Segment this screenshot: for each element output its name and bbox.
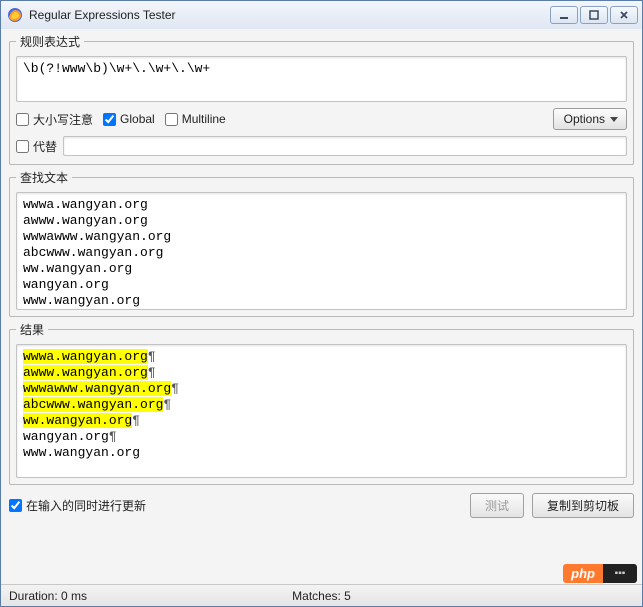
result-text: ww.wangyan.org [23, 413, 132, 428]
result-legend: 结果 [16, 321, 48, 338]
pilcrow-icon: ¶ [148, 365, 156, 380]
regex-legend: 规则表达式 [16, 33, 84, 50]
substitution-input-check[interactable] [16, 140, 29, 153]
pilcrow-icon: ¶ [109, 429, 117, 444]
result-text: wangyan.org [23, 429, 109, 444]
options-button[interactable]: Options [553, 108, 627, 130]
pilcrow-icon: ¶ [132, 413, 140, 428]
pilcrow-icon: ¶ [163, 397, 171, 412]
regex-input[interactable]: \b(?!www\b)\w+\.\w+\.\w+ [16, 56, 627, 102]
case-sensitive-checkbox[interactable]: 大小写注意 [16, 111, 93, 128]
auto-update-input[interactable] [9, 499, 22, 512]
statusbar: Duration: 0 ms Matches: 5 [1, 584, 642, 606]
titlebar: Regular Expressions Tester [1, 1, 642, 29]
copy-button[interactable]: 复制到剪切板 [532, 493, 634, 518]
window-controls [550, 6, 638, 24]
php-badge-tail: ▪▪▪ [603, 564, 637, 583]
php-badge-text: php [563, 564, 603, 583]
substitution-label: 代替 [33, 138, 57, 155]
result-line: wangyan.org¶ [23, 429, 620, 445]
case-sensitive-input[interactable] [16, 113, 29, 126]
result-text: wwwa.wangyan.org [23, 349, 148, 364]
result-line: wwwa.wangyan.org¶ [23, 349, 620, 365]
case-sensitive-label: 大小写注意 [33, 111, 93, 128]
maximize-button[interactable] [580, 6, 608, 24]
multiline-input[interactable] [165, 113, 178, 126]
result-line: www.wangyan.org [23, 445, 620, 461]
options-button-label: Options [564, 112, 605, 126]
duration-status: Duration: 0 ms [9, 589, 87, 603]
pilcrow-icon: ¶ [148, 349, 156, 364]
substitution-input[interactable] [63, 136, 627, 156]
firefox-icon [7, 7, 23, 23]
regex-options-row: 大小写注意 Global Multiline Options [16, 108, 627, 130]
close-button[interactable] [610, 6, 638, 24]
statusbar-wrap: Duration: 0 ms Matches: 5 [1, 584, 642, 606]
search-legend: 查找文本 [16, 169, 72, 186]
search-text-input[interactable]: wwwa.wangyan.org awww.wangyan.org wwwaww… [16, 192, 627, 310]
result-line: awww.wangyan.org¶ [23, 365, 620, 381]
result-text: awww.wangyan.org [23, 365, 148, 380]
content-area: 规则表达式 \b(?!www\b)\w+\.\w+\.\w+ 大小写注意 Glo… [1, 29, 642, 584]
minimize-button[interactable] [550, 6, 578, 24]
app-window: Regular Expressions Tester 规则表达式 \b(?!ww… [0, 0, 643, 607]
result-fieldset: 结果 wwwa.wangyan.org¶awww.wangyan.org¶www… [9, 321, 634, 485]
matches-status: Matches: 5 [292, 589, 351, 603]
result-text: www.wangyan.org [23, 445, 140, 460]
search-fieldset: 查找文本 wwwa.wangyan.org awww.wangyan.org w… [9, 169, 634, 317]
result-text: abcwww.wangyan.org [23, 397, 163, 412]
result-output: wwwa.wangyan.org¶awww.wangyan.org¶wwwaww… [16, 344, 627, 478]
multiline-checkbox[interactable]: Multiline [165, 112, 226, 126]
footer-controls: 在输入的同时进行更新 测试 复制到剪切板 [9, 489, 634, 520]
result-line: ww.wangyan.org¶ [23, 413, 620, 429]
result-line: wwwawww.wangyan.org¶ [23, 381, 620, 397]
global-input[interactable] [103, 113, 116, 126]
global-checkbox[interactable]: Global [103, 112, 155, 126]
pilcrow-icon: ¶ [171, 381, 179, 396]
result-line: abcwww.wangyan.org¶ [23, 397, 620, 413]
multiline-label: Multiline [182, 112, 226, 126]
substitution-checkbox[interactable]: 代替 [16, 138, 57, 155]
auto-update-label: 在输入的同时进行更新 [26, 497, 146, 514]
auto-update-checkbox[interactable]: 在输入的同时进行更新 [9, 497, 146, 514]
global-label: Global [120, 112, 155, 126]
chevron-down-icon [610, 117, 618, 122]
test-button[interactable]: 测试 [470, 493, 524, 518]
window-title: Regular Expressions Tester [29, 8, 550, 22]
substitution-row: 代替 [16, 136, 627, 156]
php-watermark: php ▪▪▪ [563, 564, 637, 583]
regex-fieldset: 规则表达式 \b(?!www\b)\w+\.\w+\.\w+ 大小写注意 Glo… [9, 33, 634, 165]
result-text: wwwawww.wangyan.org [23, 381, 171, 396]
